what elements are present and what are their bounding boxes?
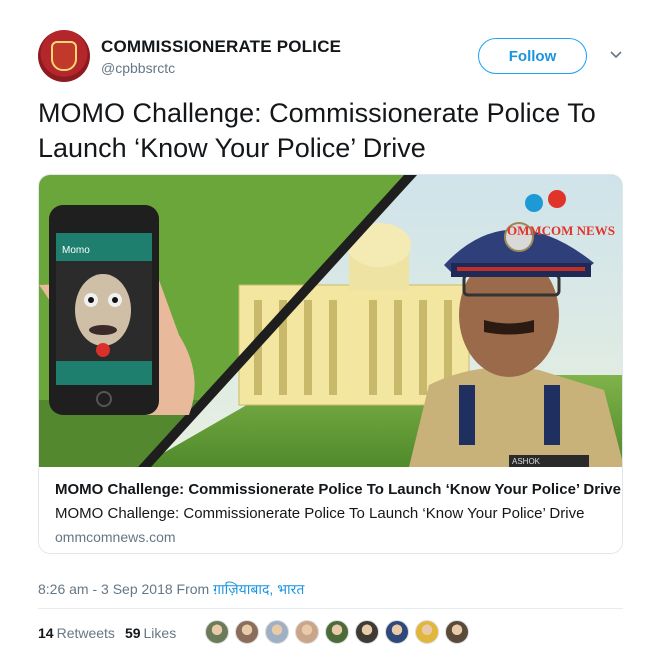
- card-description: MOMO Challenge: Commissionerate Police T…: [55, 505, 585, 522]
- link-card[interactable]: Momo ASHOK OMMCOM NEWS MOMO Challenge: C…: [38, 174, 623, 554]
- divider: [38, 608, 623, 609]
- liker-avatar[interactable]: [325, 620, 349, 644]
- police-emblem-icon: [51, 41, 77, 71]
- liker-avatar[interactable]: [445, 620, 469, 644]
- timestamp-location[interactable]: ग़ाज़ियाबाद, भारत: [213, 581, 304, 597]
- likes-label: Likes: [143, 625, 177, 641]
- liker-avatars: [205, 620, 469, 644]
- tweet-stats: 14 Retweets 59 Likes: [38, 625, 176, 641]
- retweets-label: Retweets: [56, 625, 115, 641]
- timestamp-from: From: [176, 581, 210, 597]
- account-name[interactable]: COMMISSIONERATE POLICE: [101, 37, 341, 57]
- liker-avatar[interactable]: [295, 620, 319, 644]
- liker-avatar[interactable]: [205, 620, 229, 644]
- liker-avatar[interactable]: [235, 620, 259, 644]
- card-image-illustration: Momo ASHOK OMMCOM NEWS: [39, 175, 622, 467]
- timestamp-time[interactable]: 8:26 am - 3 Sep 2018: [38, 581, 173, 597]
- likes-count: 59: [124, 625, 141, 641]
- liker-avatar[interactable]: [355, 620, 379, 644]
- follow-button[interactable]: Follow: [478, 38, 587, 74]
- account-handle[interactable]: @cpbbsrctc: [101, 60, 175, 76]
- watermark-text: OMMCOM NEWS: [507, 223, 615, 238]
- badge-text: ASHOK: [512, 457, 541, 466]
- likes-stat[interactable]: 59 Likes: [125, 625, 176, 641]
- avatar[interactable]: [38, 30, 90, 82]
- timestamp: 8:26 am - 3 Sep 2018 From ग़ाज़ियाबाद, भ…: [38, 580, 304, 599]
- card-image[interactable]: Momo ASHOK OMMCOM NEWS: [39, 175, 622, 467]
- tweet: COMMISSIONERATE POLICE @cpbbsrctc Follow…: [0, 0, 660, 654]
- chevron-down-icon[interactable]: [609, 48, 623, 62]
- phone-contact-name: Momo: [62, 245, 90, 256]
- retweets-stat[interactable]: 14 Retweets: [38, 625, 115, 641]
- retweets-count: 14: [38, 625, 54, 641]
- liker-avatar[interactable]: [265, 620, 289, 644]
- liker-avatar[interactable]: [385, 620, 409, 644]
- card-title[interactable]: MOMO Challenge: Commissionerate Police T…: [55, 481, 621, 498]
- tweet-text: MOMO Challenge: Commissionerate Police T…: [38, 98, 596, 163]
- liker-avatar[interactable]: [415, 620, 439, 644]
- card-domain[interactable]: ommcomnews.com: [55, 529, 176, 545]
